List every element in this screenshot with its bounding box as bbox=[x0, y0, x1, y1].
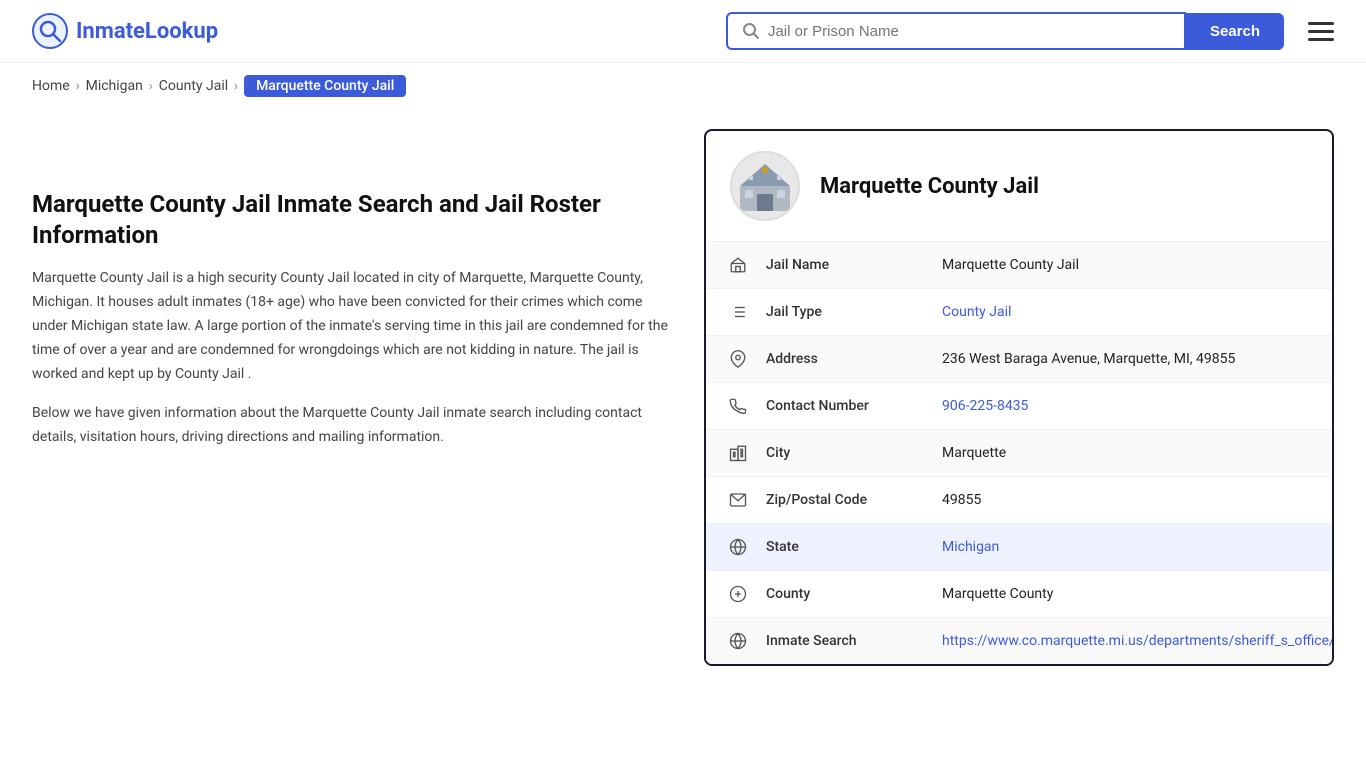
page-title: Marquette County Jail Inmate Search and … bbox=[32, 189, 672, 251]
table-row: Jail Type County Jail bbox=[706, 289, 1332, 336]
breadcrumb-current: Marquette County Jail bbox=[244, 75, 406, 97]
row-label: Contact Number bbox=[766, 398, 926, 414]
info-table: Jail Name Marquette County Jail Jail Type C… bbox=[706, 242, 1332, 664]
row-label: City bbox=[766, 445, 926, 461]
table-row: County Marquette County bbox=[706, 571, 1332, 618]
phone-icon bbox=[726, 397, 750, 415]
main-content: Marquette County Jail Inmate Search and … bbox=[0, 109, 1366, 706]
search-icon bbox=[742, 22, 760, 40]
hamburger-menu[interactable] bbox=[1308, 22, 1334, 41]
table-row: Jail Name Marquette County Jail bbox=[706, 242, 1332, 289]
row-label: County bbox=[766, 586, 926, 602]
list-icon bbox=[726, 303, 750, 321]
row-label: Zip/Postal Code bbox=[766, 492, 926, 508]
search-input[interactable] bbox=[768, 23, 1170, 40]
search-area: Search bbox=[726, 12, 1334, 50]
table-row: Address 236 West Baraga Avenue, Marquette… bbox=[706, 336, 1332, 383]
search-button[interactable]: Search bbox=[1186, 13, 1284, 50]
table-row: State Michigan bbox=[706, 524, 1332, 571]
jail-building-icon bbox=[735, 156, 795, 216]
logo-text: InmateLookup bbox=[76, 19, 218, 44]
row-label: Jail Name bbox=[766, 257, 926, 273]
card-jail-name: Marquette County Jail bbox=[820, 174, 1039, 199]
row-label: State bbox=[766, 539, 926, 555]
table-row: Contact Number 906-225-8435 bbox=[706, 383, 1332, 430]
row-value: Marquette County Jail bbox=[942, 257, 1312, 273]
table-row: Inmate Search https://www.co.marquette.mi… bbox=[706, 618, 1332, 664]
description-paragraph-2: Below we have given information about th… bbox=[32, 402, 672, 450]
chevron-icon-2: › bbox=[149, 79, 153, 94]
jail-icon bbox=[726, 256, 750, 274]
hamburger-line-1 bbox=[1308, 22, 1334, 25]
row-label: Address bbox=[766, 351, 926, 367]
chevron-icon-3: › bbox=[234, 79, 238, 94]
breadcrumb: Home › Michigan › County Jail › Marquett… bbox=[0, 63, 1366, 109]
city-icon bbox=[726, 444, 750, 462]
search-box bbox=[726, 12, 1186, 50]
logo-icon bbox=[32, 13, 68, 49]
county-icon bbox=[726, 585, 750, 603]
pin-icon bbox=[726, 350, 750, 368]
breadcrumb-state[interactable]: Michigan bbox=[86, 78, 143, 94]
jail-avatar bbox=[730, 151, 800, 221]
mail-icon bbox=[726, 491, 750, 509]
table-row: City Marquette bbox=[706, 430, 1332, 477]
row-label: Inmate Search bbox=[766, 633, 926, 649]
card-header: Marquette County Jail bbox=[706, 131, 1332, 242]
row-value: Marquette bbox=[942, 445, 1312, 461]
info-card: Marquette County Jail Jail Name Marquette… bbox=[704, 129, 1334, 666]
site-header: InmateLookup Search bbox=[0, 0, 1366, 63]
row-value[interactable]: https://www.co.marquette.mi.us/departmen… bbox=[942, 633, 1334, 649]
row-value[interactable]: Michigan bbox=[942, 539, 1312, 555]
row-value[interactable]: County Jail bbox=[942, 304, 1312, 320]
description-paragraph-1: Marquette County Jail is a high security… bbox=[32, 267, 672, 386]
hamburger-line-3 bbox=[1308, 38, 1334, 41]
globe-icon bbox=[726, 538, 750, 556]
breadcrumb-home[interactable]: Home bbox=[32, 78, 70, 94]
row-value[interactable]: 906-225-8435 bbox=[942, 398, 1312, 414]
breadcrumb-type[interactable]: County Jail bbox=[159, 78, 228, 94]
row-value: Marquette County bbox=[942, 586, 1312, 602]
hamburger-line-2 bbox=[1308, 30, 1334, 33]
table-row: Zip/Postal Code 49855 bbox=[706, 477, 1332, 524]
row-value: 49855 bbox=[942, 492, 1312, 508]
row-label: Jail Type bbox=[766, 304, 926, 320]
logo[interactable]: InmateLookup bbox=[32, 13, 218, 49]
left-panel: Marquette County Jail Inmate Search and … bbox=[32, 129, 672, 466]
chevron-icon-1: › bbox=[76, 79, 80, 94]
search-globe-icon bbox=[726, 632, 750, 650]
row-value: 236 West Baraga Avenue, Marquette, MI, 4… bbox=[942, 351, 1312, 367]
